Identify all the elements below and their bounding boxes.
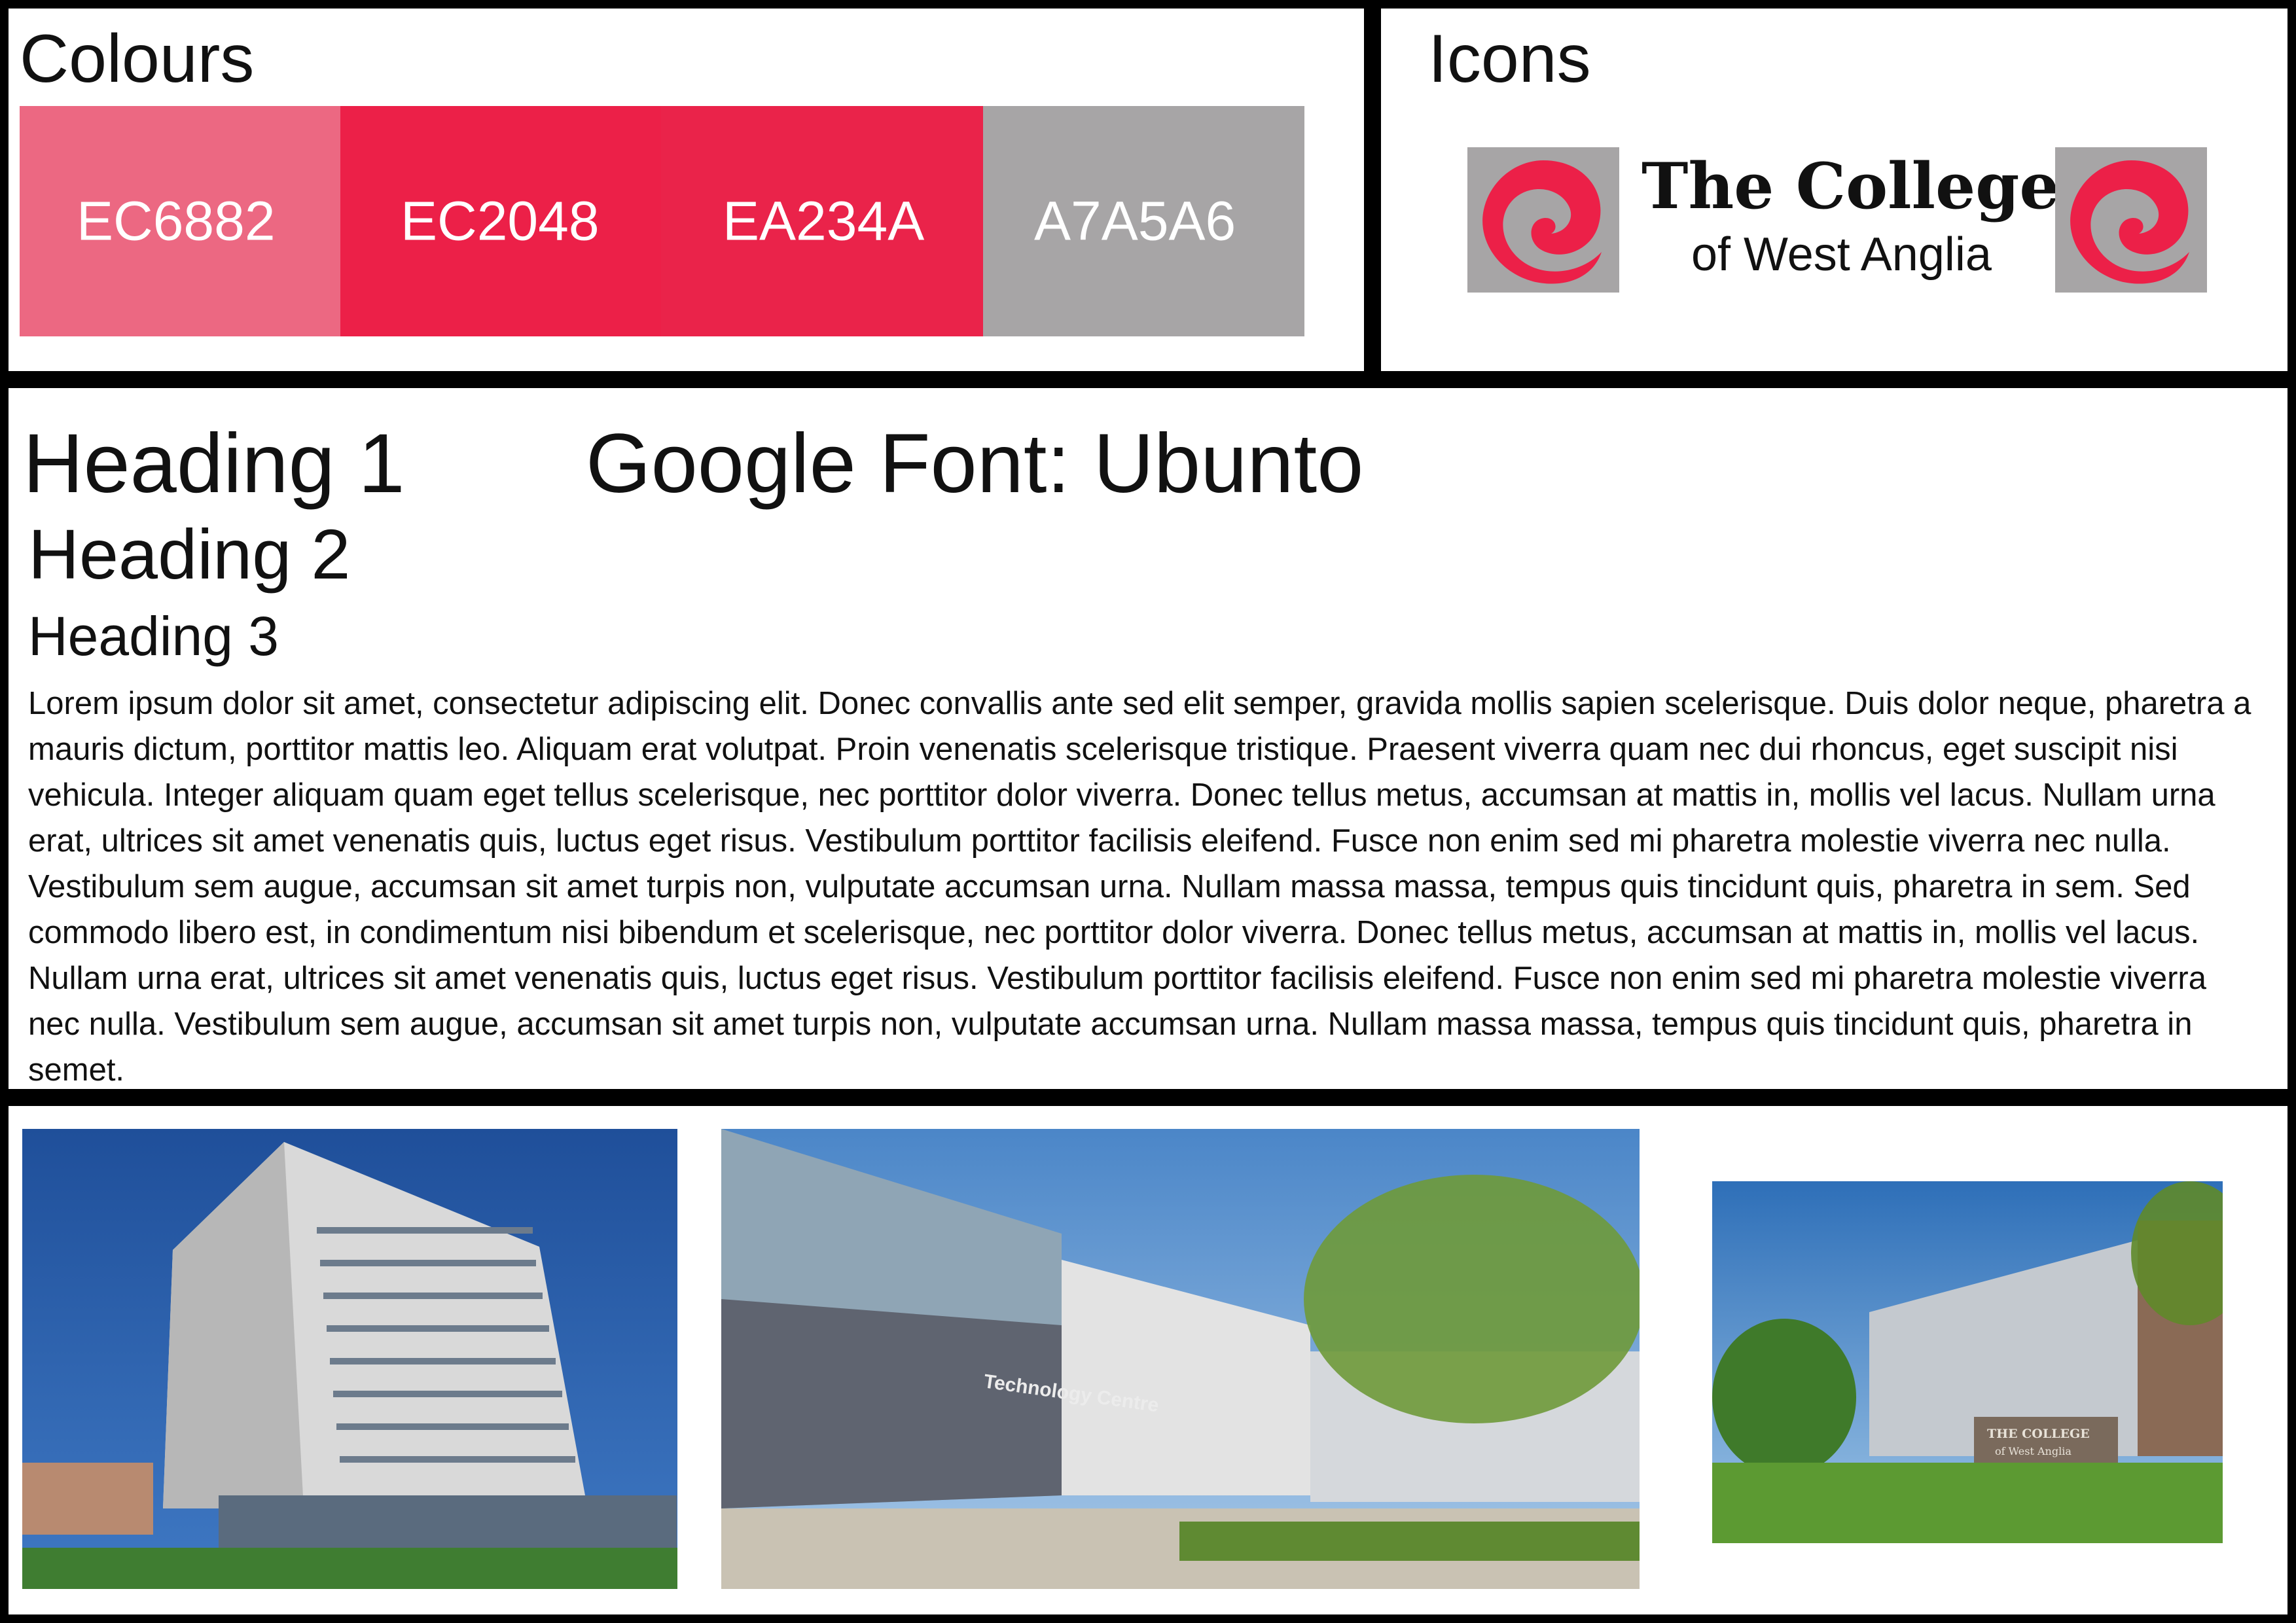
college-logo: The College of West Anglia	[1467, 147, 2207, 298]
photo-college-entrance: THE COLLEGE of West Anglia	[1712, 1181, 2223, 1543]
photo-technology-centre: Technology Centre	[721, 1129, 1640, 1589]
logo-title: The College	[1641, 149, 2060, 223]
swatch-a7a5a6: A7A5A6	[983, 106, 1304, 336]
colour-swatches: EC6882 EC2048 EA234A A7A5A6	[20, 106, 1304, 336]
font-note: Google Font: Ubunto	[586, 417, 1364, 510]
photo-tower-building	[22, 1129, 677, 1589]
heading-2-sample: Heading 2	[28, 514, 351, 594]
swirl-icon	[2055, 147, 2207, 293]
logo-subtitle: of West Anglia	[1691, 228, 1992, 281]
colours-title: Colours	[20, 21, 255, 97]
swatch-label: EC2048	[401, 190, 600, 252]
body-text-sample: Lorem ipsum dolor sit amet, consectetur …	[28, 686, 2251, 1088]
photo-sign-line1: THE COLLEGE	[1987, 1427, 2090, 1441]
heading-1-sample: Heading 1	[23, 417, 405, 510]
swatch-ea234a: EA234A	[661, 106, 983, 336]
swirl-icon	[1467, 147, 1619, 293]
heading-3-sample: Heading 3	[28, 605, 279, 667]
swatch-label: EC6882	[77, 190, 276, 252]
icons-title: Icons	[1428, 21, 1591, 97]
typography-panel: Heading 1 Google Font: Ubunto Heading 2 …	[0, 380, 2296, 1097]
swatch-label: EA234A	[723, 190, 925, 252]
swatch-label: A7A5A6	[1034, 190, 1236, 252]
photo-sign-line2: of West Anglia	[1995, 1445, 2072, 1457]
swatch-ec2048: EC2048	[340, 106, 661, 336]
swatch-ec6882: EC6882	[20, 106, 340, 336]
